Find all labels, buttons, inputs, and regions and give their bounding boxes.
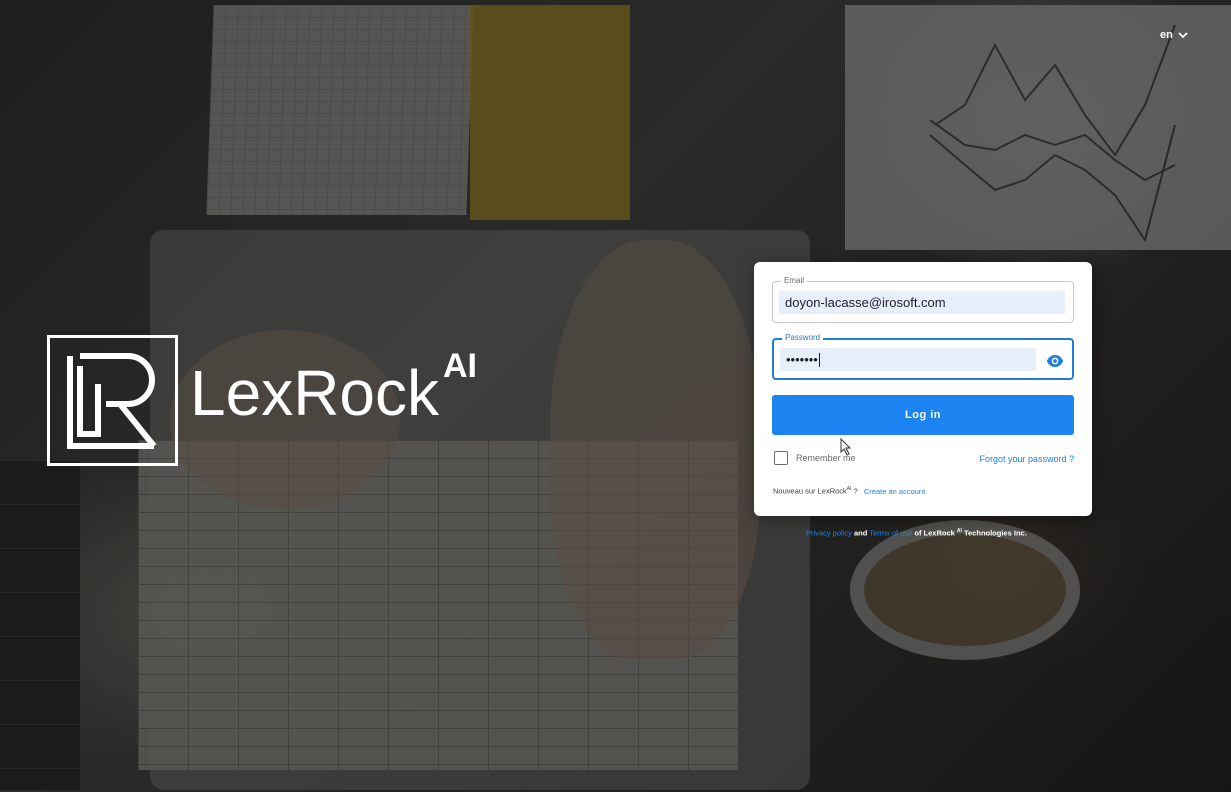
terms-of-use-link[interactable]: Terms of use: [869, 529, 912, 538]
signup-prefix: Nouveau sur LexRock: [773, 486, 847, 496]
eye-icon[interactable]: [1046, 352, 1064, 370]
footer-and: and: [851, 528, 870, 538]
forgot-password-link[interactable]: Forgot your password ?: [979, 454, 1074, 464]
email-field[interactable]: Email doyon-lacasse@irosoft.com: [772, 276, 1074, 323]
remember-me-checkbox[interactable]: [774, 451, 788, 465]
language-selector[interactable]: en: [1160, 29, 1188, 41]
login-card: Email doyon-lacasse@irosoft.com Password…: [754, 262, 1092, 516]
brand-suffix: AI: [443, 347, 477, 385]
footer-of: of LexRock: [912, 528, 957, 538]
lr-monogram-logo-icon: [47, 335, 178, 466]
password-label: Password: [782, 333, 824, 342]
signup-suffix: ?: [851, 486, 858, 496]
legal-footer: Privacy policy and Terms of use of LexRo…: [806, 528, 1027, 538]
text-caret: [818, 352, 820, 367]
password-input[interactable]: •••••••: [780, 348, 1036, 371]
brand-logo: LexRock AI: [47, 335, 477, 466]
language-value: en: [1160, 29, 1173, 41]
signup-prompt: Nouveau sur LexRockAI ? Create an accoun…: [773, 486, 925, 496]
email-label: Email: [781, 276, 808, 285]
footer-company: Technologies Inc.: [961, 528, 1027, 538]
password-value: •••••••: [786, 352, 818, 367]
email-input[interactable]: doyon-lacasse@irosoft.com: [779, 291, 1065, 314]
mouse-pointer-icon: [840, 438, 852, 456]
login-button[interactable]: Log in: [772, 395, 1074, 435]
privacy-policy-link[interactable]: Privacy policy: [806, 529, 852, 538]
password-field[interactable]: Password •••••••: [772, 333, 1074, 380]
chevron-down-icon: [1178, 32, 1188, 39]
create-account-link[interactable]: Create an account: [864, 487, 925, 496]
brand-name: LexRock: [190, 356, 439, 429]
